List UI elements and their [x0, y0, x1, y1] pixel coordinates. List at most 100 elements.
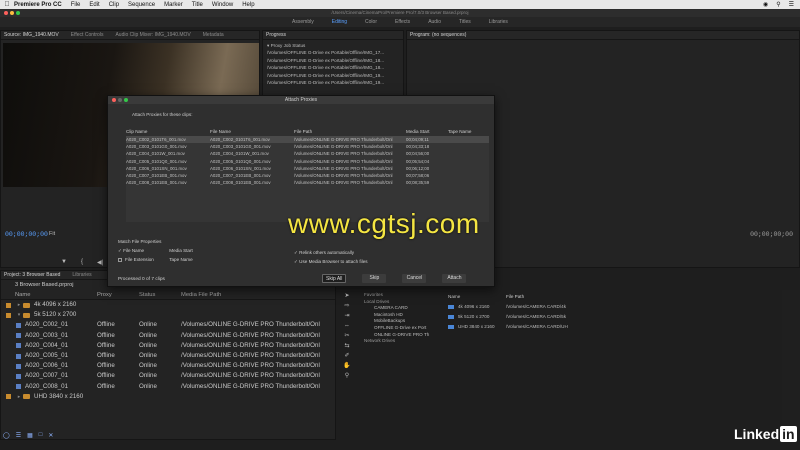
cancel-button[interactable]: Cancel [402, 274, 427, 283]
menu-marker[interactable]: Marker [164, 2, 183, 8]
hand-tool-icon[interactable]: ✋ [342, 362, 352, 370]
label-color-swatch[interactable] [16, 353, 21, 359]
column-media-start[interactable]: Media Start [406, 129, 448, 136]
icon-view-icon[interactable]: ▦ [27, 432, 33, 439]
zoom-window-icon[interactable] [16, 11, 20, 15]
tab-program[interactable]: Program: (no sequences) [410, 32, 466, 38]
column-file-name[interactable]: File Name [210, 129, 294, 136]
table-row[interactable]: A020_C006_01 Offline Online/Volumes/ONLINE… [1, 361, 335, 371]
mark-in-icon[interactable]: ▼ [61, 259, 67, 266]
step-back-icon[interactable]: ◀| [97, 259, 103, 266]
table-row[interactable]: A020_C007_0101EB_001.mov A020_C007_0101EB… [126, 172, 489, 179]
table-row[interactable]: A020_C008_0101EB_001.mov A020_C008_0101EB… [126, 179, 489, 186]
list-item[interactable]: UHD 3840 x 2160/Volumes/CAMERA CARD/UH [448, 322, 778, 332]
list-item[interactable]: 5k 5120 x 2700/Volumes/CAMERA CARD/5k [448, 312, 778, 322]
column-file-path[interactable]: File Path [294, 129, 406, 136]
drive-online[interactable]: ONLINE G-DRIVE PRO Th [364, 332, 444, 339]
close-dialog-icon[interactable] [112, 98, 116, 102]
tab-libraries[interactable]: Libraries [72, 272, 91, 278]
label-color-swatch[interactable] [6, 312, 11, 318]
workspace-audio[interactable]: Audio [419, 17, 450, 27]
workspace-titles[interactable]: Titles [450, 17, 480, 27]
tab-metadata[interactable]: Metadata [203, 32, 224, 38]
label-color-swatch[interactable] [16, 333, 21, 339]
tab-progress[interactable]: Progress [266, 32, 286, 38]
zoom-fit-select[interactable]: Fit [49, 231, 55, 237]
match-tape-name-option[interactable]: Tape Name [169, 257, 193, 262]
label-color-swatch[interactable] [16, 343, 21, 349]
match-file-name-option[interactable]: ✓ File Name [118, 246, 168, 255]
razor-icon[interactable]: ✂ [342, 332, 352, 340]
trash-icon[interactable]: ✕ [48, 432, 53, 439]
skip-all-button[interactable]: Skip All [322, 274, 347, 283]
workspace-effects[interactable]: Effects [386, 17, 419, 27]
menu-file[interactable]: File [71, 2, 81, 8]
tab-source[interactable]: Source: IMG_1940.MOV [4, 32, 59, 38]
tab-effect-controls[interactable]: Effect Controls [71, 32, 104, 38]
minimize-window-icon[interactable] [10, 11, 14, 15]
label-color-swatch[interactable] [16, 384, 21, 390]
workspace-libraries[interactable]: Libraries [480, 17, 517, 27]
column-name[interactable]: Name [1, 290, 97, 299]
drive-offline[interactable]: OFFLINE G-Drive ex Port [364, 325, 444, 332]
workspace-color[interactable]: Color [356, 17, 386, 27]
zoom-dialog-icon[interactable] [124, 98, 128, 102]
pen-tool-icon[interactable]: ✐ [342, 352, 352, 360]
list-item[interactable]: 4k 4096 x 2160/Volumes/CAMERA CARD/4k [448, 302, 778, 312]
chevron-right-icon[interactable]: ▸ [15, 392, 23, 402]
wifi-icon[interactable]: ◉ [763, 1, 768, 8]
mark-out-icon[interactable]: { [81, 259, 83, 266]
table-row[interactable]: A020_C002_0101T6_001.mov A020_C002_0101T6… [126, 136, 489, 144]
bin-row[interactable]: ▸ UHD 3840 x 2160 [1, 392, 335, 402]
zoom-tool-icon[interactable]: ⚲ [342, 372, 352, 380]
proxy-job-status-heading[interactable]: ▾ Proxy Job Status [267, 42, 399, 49]
table-row[interactable]: A020_C006_0101SN_001.mov A020_C006_0101SN… [126, 165, 489, 172]
column-clip-name[interactable]: Clip Name [126, 129, 210, 136]
attach-button[interactable]: Attach [442, 274, 467, 283]
menu-clip[interactable]: Clip [109, 2, 119, 8]
menu-sequence[interactable]: Sequence [128, 2, 155, 8]
table-row[interactable]: A020_C003_01 Offline Online/Volumes/ONLINE… [1, 331, 335, 341]
table-row[interactable]: A020_C007_01 Offline Online/Volumes/ONLINE… [1, 371, 335, 381]
menu-help[interactable]: Help [242, 2, 254, 8]
tab-audio-clip-mixer[interactable]: Audio Clip Mixer: IMG_1940.MOV [115, 32, 190, 38]
list-view-icon[interactable]: ☰ [16, 432, 21, 439]
workspace-editing[interactable]: Editing [323, 17, 356, 27]
close-window-icon[interactable] [4, 11, 8, 15]
label-color-swatch[interactable] [16, 363, 21, 369]
spotlight-icon[interactable]: ⚲ [776, 1, 780, 8]
menu-window[interactable]: Window [212, 2, 233, 8]
menu-edit[interactable]: Edit [89, 2, 99, 8]
skip-button[interactable]: Skip [362, 274, 387, 283]
menu-title[interactable]: Title [192, 2, 203, 8]
apple-icon[interactable]:  [0, 1, 14, 8]
relink-others-checkbox[interactable]: ✓ Relink others automatically [294, 248, 368, 257]
table-row[interactable]: A020_C004_0101W_001.mov A020_C004_0101W_0… [126, 150, 489, 157]
chevron-down-icon[interactable]: ▾ [15, 310, 23, 320]
app-menu[interactable]: Premiere Pro CC [14, 2, 62, 8]
chevron-right-icon[interactable]: ▸ [15, 300, 23, 310]
label-color-swatch[interactable] [6, 302, 11, 308]
notifications-icon[interactable]: ☰ [789, 1, 794, 8]
label-color-swatch[interactable] [16, 373, 21, 379]
match-file-extension-option[interactable]: File Extension [118, 255, 168, 264]
column-file-path[interactable]: File Path [506, 292, 524, 302]
program-timecode[interactable]: 00;00;00;00 [750, 231, 793, 238]
tab-project[interactable]: Project: 3 Browser Based [4, 272, 60, 278]
network-drives-heading[interactable]: Network Drives [364, 338, 444, 345]
slip-tool-icon[interactable]: ⇆ [342, 342, 352, 350]
label-color-swatch[interactable] [16, 322, 21, 328]
lock-icon[interactable]: ◯ [3, 432, 10, 439]
label-color-swatch[interactable] [6, 394, 11, 400]
table-row[interactable]: A020_C008_01 Offline Online/Volumes/ONLINE… [1, 382, 335, 392]
table-row[interactable]: A020_C005_01 Offline Online/Volumes/ONLINE… [1, 351, 335, 361]
table-row[interactable]: A020_C003_0101G0_001.mov A020_C003_0101G0… [126, 143, 489, 150]
column-tape-name[interactable]: Tape Name [448, 129, 488, 136]
workspace-assembly[interactable]: Assembly [283, 17, 323, 27]
new-bin-icon[interactable]: □ [39, 432, 43, 438]
table-row[interactable]: A020_C005_0101Q0_001.mov A020_C005_0101Q0… [126, 158, 489, 165]
source-timecode[interactable]: 00;00;00;00 [5, 231, 48, 238]
table-row[interactable]: A020_C004_01 Offline Online/Volumes/ONLINE… [1, 341, 335, 351]
use-media-browser-checkbox[interactable]: ✓ Use Media Browser to attach files [294, 257, 368, 266]
match-media-start-option[interactable]: Media Start [169, 248, 193, 253]
